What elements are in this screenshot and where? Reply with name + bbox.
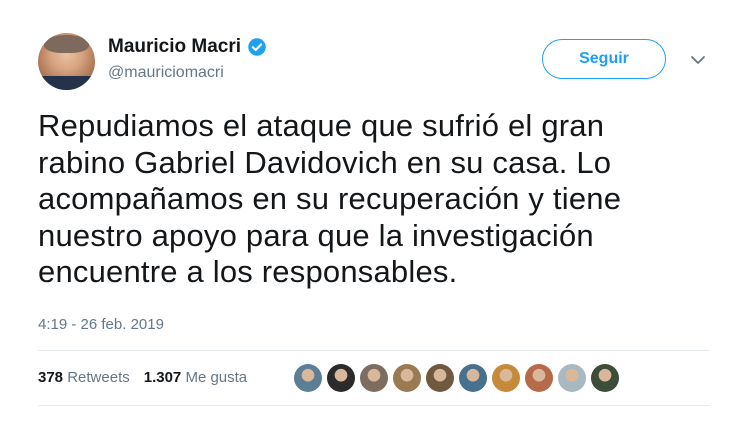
chevron-down-icon[interactable] [690, 54, 706, 66]
divider [38, 350, 710, 351]
likes-count: 1.307 [143, 369, 182, 386]
liker-avatars [294, 364, 624, 392]
liker-avatar[interactable] [426, 364, 454, 392]
retweets-label: Retweets [67, 369, 130, 386]
likes-stat[interactable]: 1.307 Me gusta [144, 369, 247, 386]
follow-button[interactable]: Seguir [542, 39, 666, 79]
author-handle[interactable]: @mauriciomacri [108, 64, 224, 82]
liker-avatar[interactable] [360, 364, 388, 392]
liker-avatar[interactable] [327, 364, 355, 392]
liker-avatar[interactable] [591, 364, 619, 392]
liker-avatar[interactable] [525, 364, 553, 392]
divider [38, 405, 710, 406]
retweets-count: 378 [38, 369, 64, 386]
liker-avatar[interactable] [492, 364, 520, 392]
tweet-text-line: Repudiamos el ataque que sufrió el gran [38, 108, 605, 143]
tweet-text-line: encuentre a los responsables. [38, 254, 458, 289]
likes-label: Me gusta [185, 369, 248, 386]
liker-avatar[interactable] [558, 364, 586, 392]
author-avatar[interactable] [38, 33, 95, 90]
liker-avatar[interactable] [294, 364, 322, 392]
retweets-stat[interactable]: 378 Retweets [38, 369, 130, 386]
tweet-text-line: nuestro apoyo para que la investigación [38, 217, 594, 253]
tweet-timestamp[interactable]: 4:19 - 26 feb. 2019 [38, 316, 164, 333]
author-name-row: Mauricio Macri [108, 36, 267, 58]
liker-avatar[interactable] [393, 364, 421, 392]
tweet-text: Repudiamos el ataque que sufrió el gran … [38, 108, 718, 291]
tweet-stats: 378 Retweets 1.307 Me gusta [38, 369, 247, 386]
liker-avatar[interactable] [459, 364, 487, 392]
tweet-text-line: rabino Gabriel Davidovich en su casa. Lo [38, 144, 612, 180]
verified-badge-icon [248, 38, 266, 56]
author-name[interactable]: Mauricio Macri [108, 36, 241, 58]
tweet-text-line: acompañamos en su recuperación y tiene [38, 181, 622, 216]
